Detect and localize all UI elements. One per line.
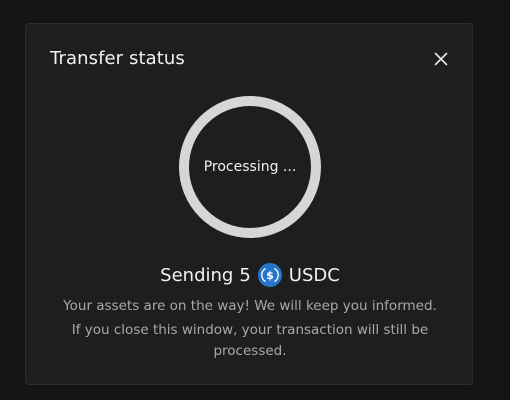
sending-amount: 5 xyxy=(239,264,251,286)
svg-text:$: $ xyxy=(266,269,274,282)
sending-summary: Sending 5 $ USDC xyxy=(26,262,474,288)
close-window-note: If you close this window, your transacti… xyxy=(71,322,429,359)
status-message: Your assets are on the way! We will keep… xyxy=(63,298,437,314)
transfer-status-modal: Transfer status Processing ... Sending 5… xyxy=(25,23,473,385)
sending-prefix: Sending xyxy=(160,264,234,286)
progress-label: Processing ... xyxy=(203,159,297,175)
usdc-icon: $ xyxy=(257,263,282,287)
sending-token: USDC xyxy=(288,264,340,286)
progress-indicator: Processing ... xyxy=(179,96,321,238)
close-icon xyxy=(434,52,448,66)
close-button[interactable] xyxy=(430,48,452,70)
modal-title: Transfer status xyxy=(50,48,185,69)
